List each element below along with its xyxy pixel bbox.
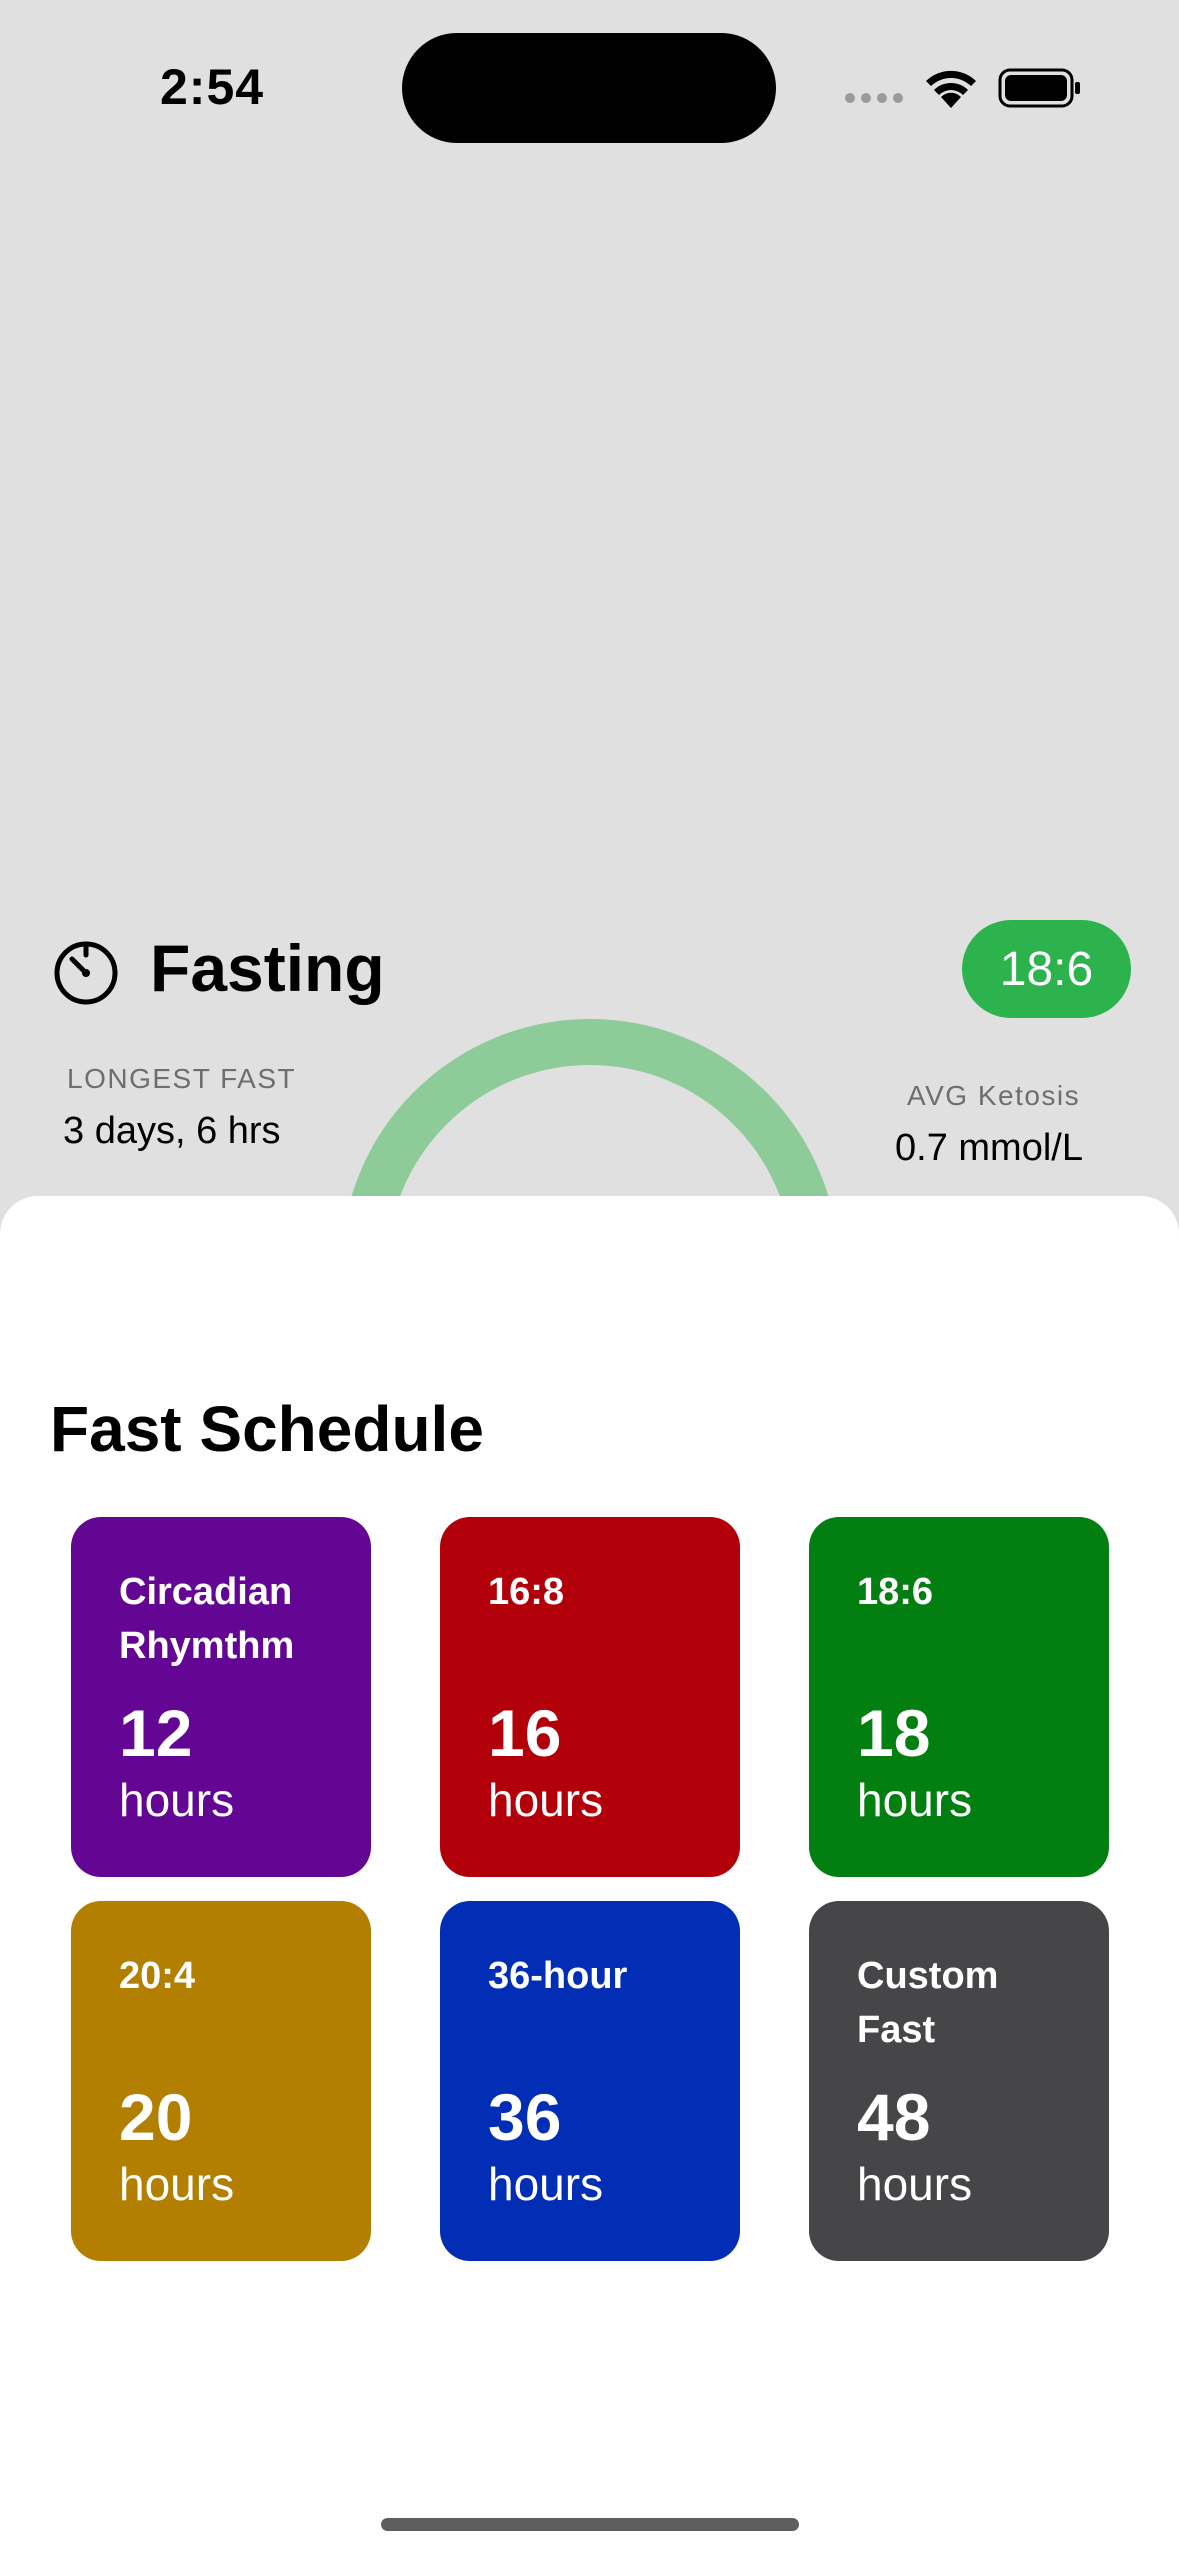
tile-unit: hours (119, 1774, 235, 1826)
fasting-title: Fasting (150, 931, 385, 1005)
tile-18-6[interactable]: 18:6 18 hours (809, 1517, 1109, 1877)
dynamic-island (402, 33, 776, 143)
wifi-icon (926, 70, 976, 108)
cellular-signal-icon (845, 93, 903, 103)
longest-fast-value: 3 days, 6 hrs (63, 1110, 281, 1152)
tile-name: Custom Fast (857, 1955, 999, 2051)
tile-36-hour[interactable]: 36-hour 36 hours (440, 1901, 740, 2261)
tile-hours: 16 (488, 1696, 562, 1770)
sheet-title: Fast Schedule (50, 1393, 484, 1465)
tile-name: 36-hour (488, 1955, 628, 1997)
tile-unit: hours (488, 1774, 604, 1826)
tile-20-4[interactable]: 20:4 20 hours (71, 1901, 371, 2261)
tile-hours: 18 (857, 1696, 931, 1770)
tile-circadian[interactable]: Circadian Rhymthm 12 hours (71, 1517, 371, 1877)
avg-ketosis-value: 0.7 mmol/L (895, 1127, 1083, 1169)
tile-unit: hours (119, 2158, 235, 2210)
tile-unit: hours (857, 2158, 973, 2210)
tile-16-8[interactable]: 16:8 16 hours (440, 1517, 740, 1877)
tile-hours: 20 (119, 2080, 193, 2154)
status-time: 2:54 (160, 59, 265, 115)
tile-name: 20:4 (119, 1955, 196, 1997)
tile-name: 18:6 (857, 1571, 934, 1613)
plan-badge[interactable]: 18:6 (962, 920, 1131, 1018)
tile-hours: 12 (119, 1696, 193, 1770)
tile-hours: 36 (488, 2080, 562, 2154)
tile-hours: 48 (857, 2080, 931, 2154)
tile-name: 16:8 (488, 1571, 565, 1613)
longest-fast-label: LONGEST FAST (67, 1063, 297, 1094)
tile-unit: hours (857, 1774, 973, 1826)
home-indicator[interactable] (381, 2518, 799, 2531)
avg-ketosis-label: AVG Ketosis (907, 1080, 1081, 1111)
tile-name: Circadian Rhymthm (119, 1571, 295, 1667)
battery-icon (998, 68, 1080, 108)
tile-unit: hours (488, 2158, 604, 2210)
timer-icon (54, 941, 118, 1005)
tile-custom-fast[interactable]: Custom Fast 48 hours (809, 1901, 1109, 2261)
